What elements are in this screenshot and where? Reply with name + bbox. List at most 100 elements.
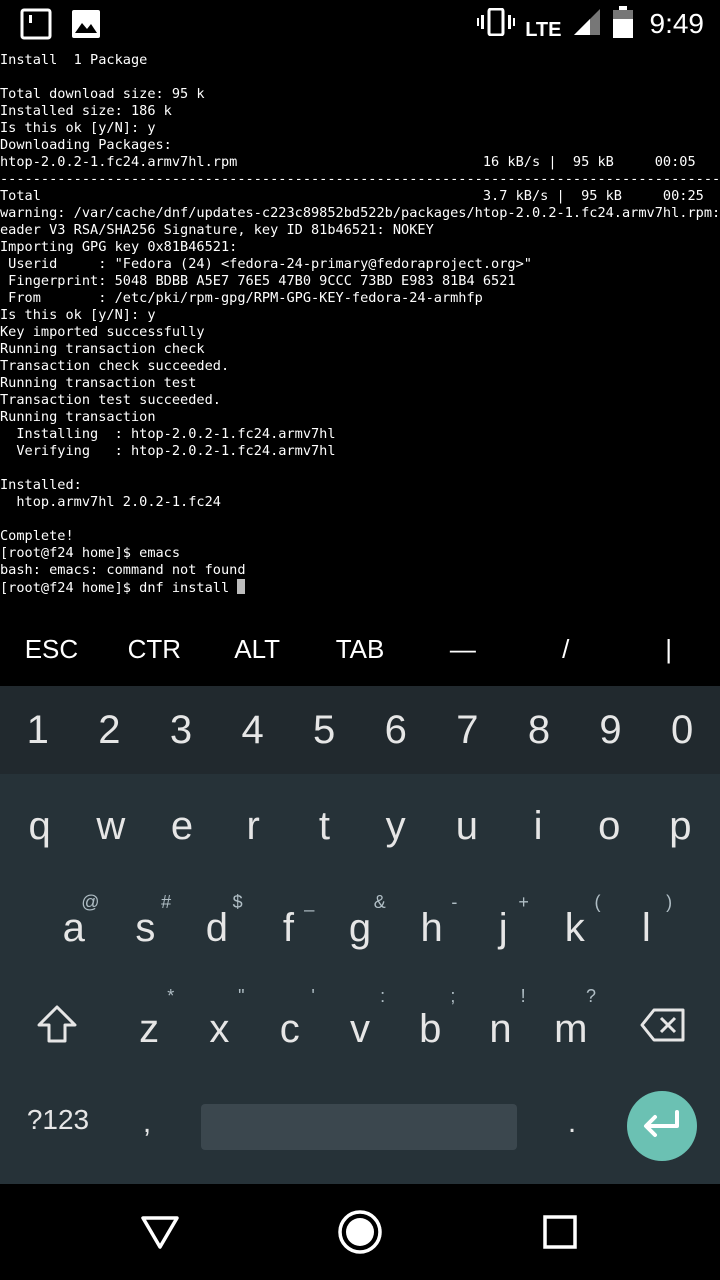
battery-icon [612, 6, 634, 42]
extra-key[interactable]: ESC [0, 614, 103, 684]
number-key[interactable]: 6 [360, 686, 432, 774]
letter-key[interactable]: j + [467, 878, 539, 978]
enter-key[interactable] [627, 1091, 697, 1161]
letter-key[interactable]: m? [536, 978, 606, 1080]
extra-key[interactable]: / [514, 614, 617, 684]
letter-key[interactable]: n! [465, 978, 535, 1080]
letter-key[interactable]: y [360, 774, 431, 878]
number-key[interactable]: 7 [432, 686, 504, 774]
terminal-line: From : /etc/pki/rpm-gpg/RPM-GPG-KEY-fedo… [0, 290, 483, 306]
terminal-line: Running transaction test [0, 375, 197, 391]
letter-key[interactable]: o [574, 774, 645, 878]
letter-key[interactable]: x " [184, 978, 254, 1080]
key-label: f [282, 905, 295, 950]
letter-key[interactable]: k( [539, 878, 611, 978]
letter-key[interactable]: w [75, 774, 146, 878]
letter-key[interactable]: z * [114, 978, 184, 1080]
terminal-line: Is this ok [y/N]: y [0, 120, 156, 136]
terminal-line: Downloading Packages: [0, 137, 172, 153]
shift-key[interactable] [0, 978, 114, 1080]
symbols-key[interactable]: ?123 [10, 1080, 106, 1160]
letter-key[interactable]: i [502, 774, 573, 878]
letter-key[interactable]: u [431, 774, 502, 878]
key-label: c [279, 1006, 300, 1051]
number-key[interactable]: 3 [145, 686, 217, 774]
letter-key[interactable]: l) [611, 878, 683, 978]
home-button[interactable] [336, 1208, 384, 1256]
letter-row-1: qwe r t y u i o p [0, 774, 720, 878]
terminal-line: Installed size: 186 k [0, 103, 172, 119]
terminal-line: Installing : htop-2.0.2-1.fc24.armv7hl 1… [0, 426, 720, 442]
key-label: b [419, 1006, 442, 1051]
comma-key[interactable]: , [120, 1080, 174, 1166]
soft-keyboard: 1234567890 qwertyuiop a @ s # d $ f _ g & h - j + k(l)… [0, 686, 720, 1184]
number-key[interactable]: 5 [288, 686, 360, 774]
letter-key[interactable]: f _ [253, 878, 325, 978]
letter-key[interactable]: c ' [255, 978, 325, 1080]
key-label: o [598, 803, 621, 848]
shift-icon [36, 1004, 78, 1054]
letter-key[interactable]: g & [324, 878, 396, 978]
signal-icon [572, 7, 602, 41]
letter-key[interactable]: s # [110, 878, 182, 978]
number-key[interactable]: 9 [575, 686, 647, 774]
extra-keys-row: ESC CTR ALT TAB — / | [0, 614, 720, 684]
extra-key[interactable]: | [617, 614, 720, 684]
terminal-prompt-line[interactable]: [root@f24 home]$ dnf install [0, 579, 720, 596]
vibrate-icon [477, 7, 516, 40]
status-bar: LTE 9:49 [0, 0, 720, 48]
letter-row-3: z * x " c ' v: b; n! m? [0, 978, 720, 1080]
key-hint: - [451, 892, 458, 912]
number-key[interactable]: 2 [74, 686, 146, 774]
letter-key[interactable]: q [4, 774, 75, 878]
terminal-line: ----------------------------------------… [0, 171, 720, 187]
extra-key[interactable]: TAB [309, 614, 412, 684]
terminal-output[interactable]: Install 1 Package Total download size: 95… [0, 52, 720, 600]
key-hint: # [161, 892, 172, 912]
letter-key[interactable]: b; [395, 978, 465, 1080]
key-label: l [641, 905, 651, 950]
extra-key[interactable]: — [411, 614, 514, 684]
key-hint: ; [450, 986, 456, 1006]
key-hint: : [380, 986, 386, 1006]
backspace-key[interactable] [606, 978, 720, 1080]
letter-key[interactable]: d $ [181, 878, 253, 978]
key-label: z [139, 1006, 160, 1051]
recents-icon [543, 1215, 577, 1249]
back-icon [141, 1216, 179, 1249]
key-hint: ? [585, 986, 596, 1006]
key-label: v [349, 1006, 370, 1051]
number-key[interactable]: 1 [2, 686, 74, 774]
extra-key[interactable]: CTR [103, 614, 206, 684]
terminal-line: Verifying : htop-2.0.2-1.fc24.armv7hl 1/… [0, 443, 720, 459]
recents-button[interactable] [536, 1208, 584, 1256]
key-label: j [498, 905, 508, 950]
letter-key[interactable]: p [645, 774, 716, 878]
key-hint: ) [666, 892, 673, 912]
letter-key[interactable]: t [289, 774, 360, 878]
number-key[interactable]: 4 [217, 686, 289, 774]
period-key[interactable]: . [545, 1080, 599, 1166]
terminal-cursor [237, 579, 246, 594]
home-icon [338, 1210, 382, 1254]
terminal-line: warning: /var/cache/dnf/updates-c223c898… [0, 205, 720, 221]
terminal-line: Fingerprint: 5048 BDBB A5E7 76E5 47B0 9C… [0, 273, 516, 289]
terminal-line: Installed: [0, 477, 82, 493]
key-label: k [564, 905, 585, 950]
navigation-bar [0, 1184, 720, 1280]
key-label: g [348, 905, 372, 950]
key-label: d [205, 905, 229, 950]
space-bar[interactable] [201, 1104, 517, 1150]
letter-key[interactable]: h- [396, 878, 468, 978]
terminal-line: Install 1 Package [0, 52, 148, 68]
back-button[interactable] [136, 1208, 184, 1256]
letter-key[interactable]: v: [325, 978, 395, 1080]
letter-key[interactable]: e [146, 774, 217, 878]
letter-key[interactable]: a @ [38, 878, 110, 978]
number-key[interactable]: 0 [646, 686, 718, 774]
key-label: u [455, 803, 478, 848]
letter-key[interactable]: r [218, 774, 289, 878]
key-label: h [420, 905, 443, 950]
extra-key[interactable]: ALT [206, 614, 309, 684]
number-key[interactable]: 8 [503, 686, 575, 774]
